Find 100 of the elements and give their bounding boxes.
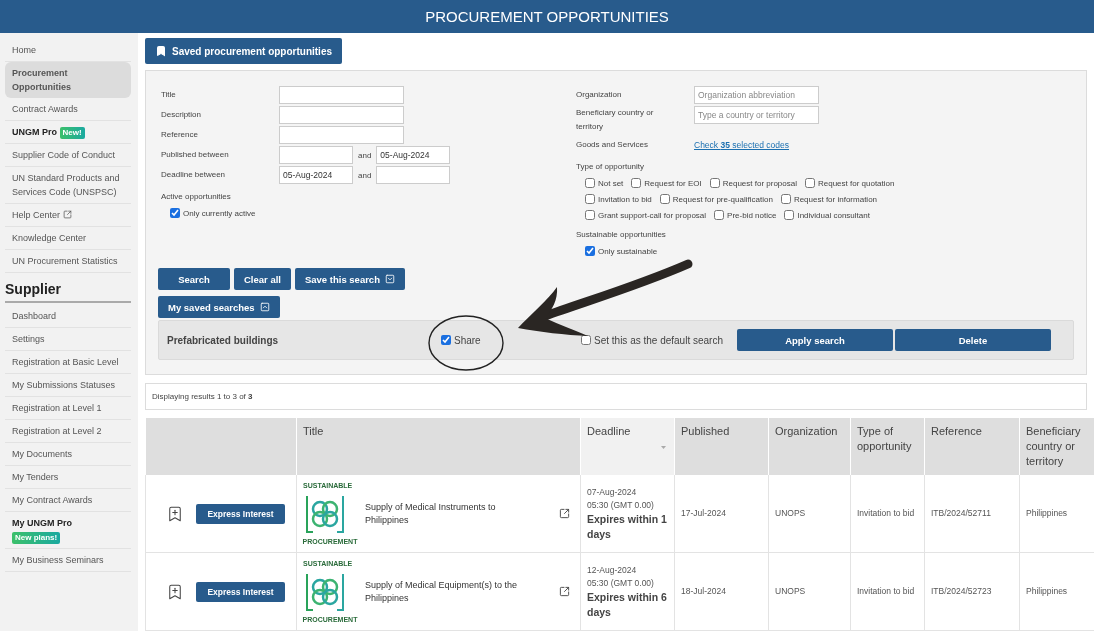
action-button[interactable]: Delete — [894, 329, 1051, 351]
column-header[interactable]: Deadline — [580, 418, 675, 475]
sidebar-item[interactable]: Dashboard — [5, 305, 131, 328]
checkbox-label: Only currently active — [183, 208, 256, 218]
sidebar-item[interactable]: Contract Awards — [5, 98, 131, 121]
table-cell: UNOPS — [775, 586, 806, 596]
checkbox[interactable] — [659, 194, 670, 204]
sidebar-item[interactable]: Registration at Level 2 — [5, 420, 131, 443]
checkbox[interactable] — [804, 178, 815, 188]
checkbox-label: Individual consultant — [797, 210, 870, 220]
expiry-note: Expires within 1 days — [587, 511, 668, 542]
sidebar-item[interactable]: Help Center — [5, 204, 131, 227]
saved-search-name: Prefabricated buildings — [167, 334, 280, 346]
sidebar-item[interactable]: UNGM Pro New! — [5, 121, 131, 144]
sidebar-item[interactable]: My Business Seminars — [5, 549, 131, 572]
table-cell: Philippines — [1026, 508, 1068, 518]
input-field[interactable]: Organization abbreviation — [694, 86, 819, 104]
checkbox[interactable] — [170, 208, 180, 218]
sidebar-item[interactable]: My Tenders — [5, 466, 131, 489]
action-button[interactable]: Save this search — [294, 268, 405, 290]
express-interest-button[interactable]: Express Interest — [196, 581, 285, 602]
action-button[interactable]: My saved searches — [158, 296, 280, 318]
range-separator: and — [358, 170, 372, 180]
column-header[interactable]: Organization — [768, 418, 851, 475]
checkbox[interactable] — [585, 194, 595, 204]
checkbox[interactable] — [581, 335, 591, 345]
express-interest-button[interactable]: Express Interest — [196, 503, 285, 524]
caret-icon — [259, 302, 270, 312]
checkbox[interactable] — [709, 178, 720, 188]
sort-caret-icon — [661, 446, 666, 449]
table-cell: UNOPS — [775, 508, 806, 518]
column-header[interactable]: Title — [296, 418, 581, 475]
checkbox-label: Invitation to bid — [598, 194, 652, 204]
column-header[interactable]: Published — [674, 418, 769, 475]
table-cell: ITB/2024/52711 — [931, 508, 991, 518]
date-field[interactable]: 05-Aug-2024 — [376, 146, 451, 164]
checkbox[interactable] — [441, 335, 451, 345]
sidebar-item[interactable]: Supplier Code of Conduct — [5, 144, 131, 167]
deadline-date: 07-Aug-2024 05:30 (GMT 0.00) — [587, 486, 654, 510]
action-button[interactable]: Clear all — [234, 268, 291, 290]
checkbox-label: Grant support-call for proposal — [598, 210, 707, 220]
opportunity-title[interactable]: Supply of Medical Equipment(s) to the Philippines — [365, 578, 551, 605]
sidebar-item[interactable]: UN Standard Products and Services Code (UNSPSC) — [5, 167, 131, 204]
field-label: Type of opportunity — [576, 162, 646, 171]
table-cell: Philippines — [1026, 586, 1068, 596]
checkbox[interactable] — [585, 178, 595, 188]
column-header[interactable]: Type of opportunity — [850, 418, 925, 475]
saved-opportunities-button[interactable]: Saved procurement opportunities — [145, 38, 343, 64]
table-cell: Invitation to bid — [857, 586, 915, 596]
caret-icon — [384, 274, 395, 284]
checkbox-label: Pre-bid notice — [727, 210, 777, 220]
table-cell: 17-Jul-2024 — [681, 508, 726, 518]
field-label: Reference — [161, 129, 199, 141]
page-header: PROCUREMENT OPPORTUNITIES — [0, 0, 1094, 33]
input-field[interactable] — [279, 106, 404, 124]
checkbox-label: Request for pre-qualification — [672, 194, 773, 204]
sidebar-item[interactable]: My Submissions Statuses — [5, 374, 131, 397]
recycling-logo-icon — [303, 493, 347, 534]
field-label: Active opportunities — [161, 192, 232, 201]
bookmark-add-icon[interactable] — [166, 582, 184, 601]
input-field[interactable]: Type a country or territory — [694, 106, 819, 124]
selected-codes-link[interactable]: Check 35 selected codes — [694, 140, 789, 150]
sidebar-item[interactable]: Procurement Opportunities — [5, 62, 131, 98]
sidebar-item[interactable]: Registration at Level 1 — [5, 397, 131, 420]
results-summary: Displaying results 1 to 3 of 3 — [145, 383, 1087, 410]
input-field[interactable] — [279, 86, 404, 104]
sidebar-item[interactable]: Knowledge Center — [5, 227, 131, 250]
input-field[interactable] — [279, 126, 404, 144]
checkbox-label: Only sustainable — [598, 246, 658, 256]
checkbox-label: Share — [454, 334, 481, 346]
checkbox[interactable] — [784, 210, 795, 220]
table-cell: ITB/2024/52723 — [931, 586, 992, 596]
checkbox[interactable] — [714, 210, 725, 220]
sidebar-item[interactable]: My UNGM Pro New plans! — [5, 512, 131, 549]
date-field[interactable] — [279, 146, 353, 164]
range-separator: and — [358, 150, 372, 160]
date-field[interactable]: 05-Aug-2024 — [279, 166, 353, 184]
external-link-icon — [62, 210, 72, 219]
action-button[interactable]: Search — [158, 268, 230, 290]
table-cell: 18-Jul-2024 — [681, 586, 726, 596]
action-button[interactable]: Apply search — [736, 329, 893, 351]
bookmark-add-icon[interactable] — [166, 504, 184, 523]
checkbox[interactable] — [780, 194, 791, 204]
column-header[interactable]: Reference — [924, 418, 1020, 475]
checkbox-label: Request for quotation — [817, 178, 895, 188]
opportunity-title[interactable]: Supply of Medical Instruments to Philippines — [365, 500, 551, 527]
external-link-icon[interactable] — [559, 508, 570, 519]
sidebar-item[interactable]: Registration at Basic Level — [5, 351, 131, 374]
date-field[interactable] — [376, 166, 451, 184]
deadline-date: 12-Aug-2024 05:30 (GMT 0.00) — [587, 564, 654, 588]
sidebar-item[interactable]: My Documents — [5, 443, 131, 466]
sidebar-item[interactable]: UN Procurement Statistics — [5, 250, 131, 273]
checkbox-label: Request for EOI — [644, 178, 702, 188]
external-link-icon[interactable] — [559, 586, 570, 597]
checkbox[interactable] — [585, 210, 595, 220]
checkbox[interactable] — [585, 246, 595, 256]
sidebar-item[interactable]: Settings — [5, 328, 131, 351]
checkbox[interactable] — [631, 178, 642, 188]
sidebar-item[interactable]: My Contract Awards — [5, 489, 131, 512]
column-header[interactable]: Beneficiary country or territory — [1019, 418, 1094, 475]
